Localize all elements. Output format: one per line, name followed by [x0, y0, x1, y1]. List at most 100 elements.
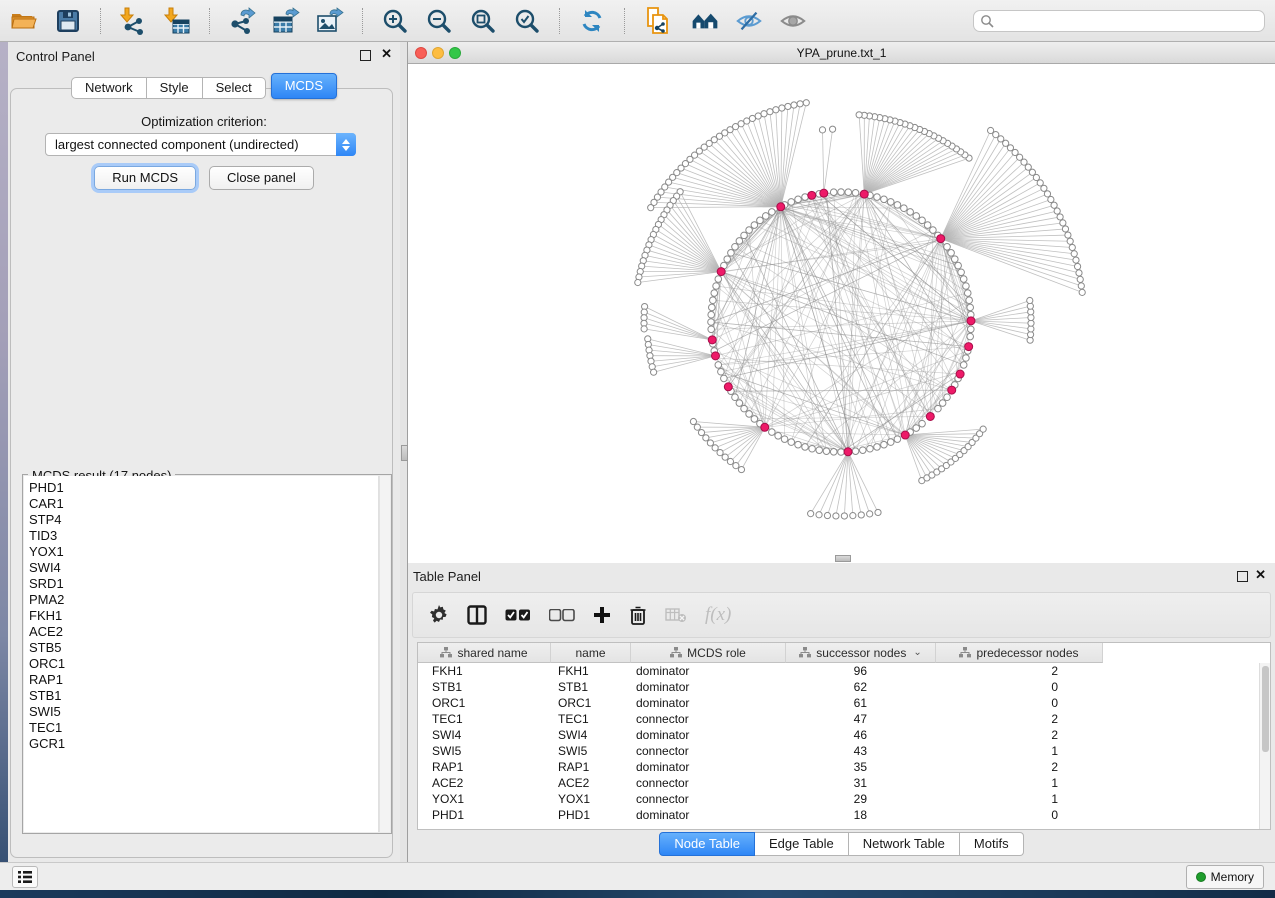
- network-node[interactable]: [1065, 232, 1071, 238]
- network-node[interactable]: [919, 217, 926, 224]
- network-node[interactable]: [1071, 251, 1077, 257]
- network-node[interactable]: [802, 444, 809, 451]
- network-node[interactable]: [722, 454, 728, 460]
- network-node[interactable]: [960, 362, 967, 369]
- network-node[interactable]: [852, 190, 859, 197]
- network-node[interactable]: [829, 126, 835, 132]
- network-node[interactable]: [1044, 191, 1050, 197]
- network-node[interactable]: [703, 435, 709, 441]
- mcds-hub-node[interactable]: [967, 317, 975, 325]
- mcds-result-item[interactable]: SWI4: [29, 560, 378, 576]
- network-node[interactable]: [924, 222, 931, 229]
- network-node[interactable]: [858, 512, 864, 518]
- mcds-hub-node[interactable]: [844, 448, 852, 456]
- refresh-layout-icon[interactable]: [578, 7, 606, 35]
- network-node[interactable]: [907, 209, 914, 216]
- network-node[interactable]: [963, 283, 970, 290]
- table-row[interactable]: SWI4SWI4dominator462: [418, 727, 1270, 743]
- network-node[interactable]: [838, 449, 845, 456]
- select-all-icon[interactable]: [505, 602, 531, 628]
- network-node[interactable]: [1062, 226, 1068, 232]
- column-header-MCDS-role[interactable]: MCDS role: [631, 643, 786, 663]
- network-node[interactable]: [966, 297, 973, 304]
- network-node[interactable]: [736, 400, 743, 407]
- network-node[interactable]: [935, 405, 942, 412]
- network-node[interactable]: [732, 243, 739, 250]
- show-columns-icon[interactable]: [467, 602, 487, 628]
- network-node[interactable]: [738, 466, 744, 472]
- mcds-hub-node[interactable]: [901, 431, 909, 439]
- network-node[interactable]: [728, 250, 735, 257]
- network-node[interactable]: [785, 103, 791, 109]
- network-node[interactable]: [894, 202, 901, 209]
- network-node[interactable]: [980, 426, 986, 432]
- network-node[interactable]: [913, 213, 920, 220]
- tab-mcds[interactable]: MCDS: [271, 73, 337, 99]
- network-node[interactable]: [887, 439, 894, 446]
- mcds-hub-node[interactable]: [965, 343, 973, 351]
- network-node[interactable]: [964, 290, 971, 297]
- table-row[interactable]: PHD1PHD1dominator180: [418, 807, 1270, 823]
- network-node[interactable]: [958, 269, 965, 276]
- open-session-icon[interactable]: [10, 7, 38, 35]
- close-table-panel-icon[interactable]: ✕: [1255, 568, 1266, 582]
- horizontal-splitter-knob[interactable]: [835, 555, 851, 562]
- network-node[interactable]: [708, 326, 715, 333]
- mcds-hub-node[interactable]: [860, 190, 868, 198]
- column-header-predecessor-nodes[interactable]: predecessor nodes: [936, 643, 1103, 663]
- network-node[interactable]: [1069, 244, 1075, 250]
- network-node[interactable]: [767, 109, 773, 115]
- network-node[interactable]: [698, 429, 704, 435]
- network-node[interactable]: [808, 511, 814, 517]
- criterion-dropdown[interactable]: largest connected component (undirected): [45, 133, 356, 156]
- table-scrollbar[interactable]: [1259, 663, 1270, 830]
- zoom-out-icon[interactable]: [425, 7, 453, 35]
- mcds-hub-node[interactable]: [937, 235, 945, 243]
- network-node[interactable]: [874, 444, 881, 451]
- tab-node-table[interactable]: Node Table: [659, 832, 755, 856]
- export-image-icon[interactable]: [316, 7, 344, 35]
- mcds-result-list[interactable]: PHD1CAR1STP4TID3YOX1SWI4SRD1PMA2FKH1ACE2…: [24, 476, 379, 832]
- tab-style[interactable]: Style: [147, 77, 203, 99]
- network-node[interactable]: [850, 513, 856, 519]
- mcds-result-item[interactable]: TEC1: [29, 720, 378, 736]
- network-node[interactable]: [791, 102, 797, 108]
- delete-column-trash-icon[interactable]: [629, 602, 647, 628]
- tab-select[interactable]: Select: [203, 77, 266, 99]
- network-node[interactable]: [708, 311, 715, 318]
- zoom-selected-icon[interactable]: [513, 7, 541, 35]
- network-node[interactable]: [1057, 214, 1063, 220]
- mcds-hub-node[interactable]: [717, 268, 725, 276]
- zoom-in-icon[interactable]: [381, 7, 409, 35]
- network-node[interactable]: [1048, 196, 1054, 202]
- save-session-icon[interactable]: [54, 7, 82, 35]
- network-node[interactable]: [751, 416, 758, 423]
- toolbar-search[interactable]: [973, 10, 1265, 32]
- network-node[interactable]: [635, 279, 641, 285]
- mcds-result-item[interactable]: STB5: [29, 640, 378, 656]
- mcds-hub-node[interactable]: [761, 423, 769, 431]
- mcds-result-item[interactable]: CAR1: [29, 496, 378, 512]
- network-node[interactable]: [874, 194, 881, 201]
- tab-motifs[interactable]: Motifs: [960, 832, 1024, 856]
- add-column-icon[interactable]: [593, 602, 611, 628]
- network-node[interactable]: [887, 199, 894, 206]
- column-header-name[interactable]: name: [551, 643, 631, 663]
- mcds-result-item[interactable]: FKH1: [29, 608, 378, 624]
- network-node[interactable]: [1074, 263, 1080, 269]
- network-node[interactable]: [694, 424, 700, 430]
- network-node[interactable]: [736, 238, 743, 245]
- network-node[interactable]: [845, 189, 852, 196]
- network-node[interactable]: [1054, 208, 1060, 214]
- network-node[interactable]: [773, 107, 779, 113]
- mcds-hub-node[interactable]: [948, 386, 956, 394]
- network-node[interactable]: [709, 304, 716, 311]
- network-node[interactable]: [901, 205, 908, 212]
- table-row[interactable]: ORC1ORC1dominator610: [418, 695, 1270, 711]
- copy-network-icon[interactable]: [643, 7, 671, 35]
- deselect-all-icon[interactable]: [549, 602, 575, 628]
- network-node[interactable]: [881, 441, 888, 448]
- network-node[interactable]: [1077, 276, 1083, 282]
- network-node[interactable]: [816, 447, 823, 454]
- network-node[interactable]: [852, 448, 859, 455]
